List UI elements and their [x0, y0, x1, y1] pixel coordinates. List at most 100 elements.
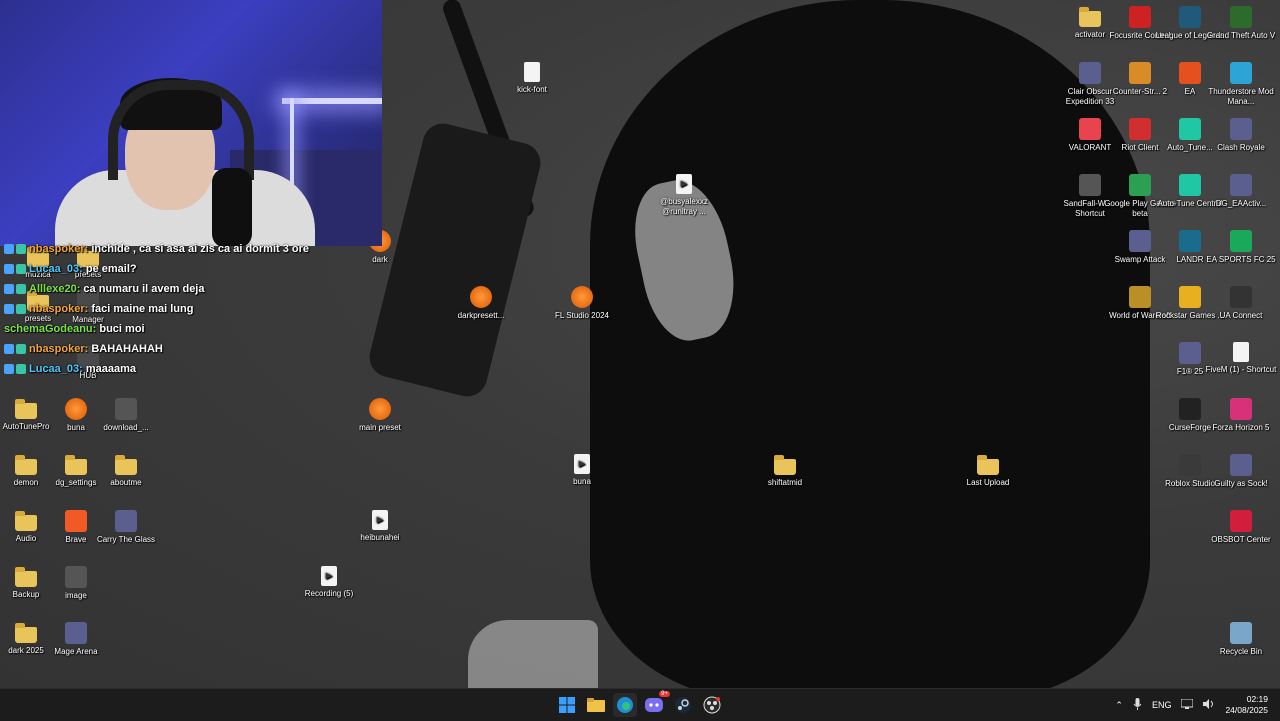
desktop-icon-label: Carry The Glass	[96, 535, 156, 544]
chat-message: nbaspoker: BAHAHAHAH	[4, 342, 163, 356]
desktop-icon-label: download_...	[103, 423, 149, 432]
autotune-icon	[1179, 174, 1201, 196]
folder-icon	[15, 567, 37, 587]
desktop-icon[interactable]: OBSBOT Center	[1203, 510, 1279, 545]
game-icon	[1230, 454, 1252, 476]
desktop-icon[interactable]: darkpresett...	[443, 286, 519, 321]
obs-icon[interactable]	[700, 693, 724, 717]
clock[interactable]: 02:19 24/08/2025	[1225, 694, 1268, 716]
desktop-icon-label: main preset	[359, 423, 401, 432]
desktop-icon[interactable]: Grand Theft Auto V	[1203, 6, 1279, 41]
badge-icon	[4, 364, 14, 375]
folder-icon	[15, 455, 37, 475]
chat-badges	[4, 244, 26, 255]
file-icon	[1233, 342, 1249, 362]
network-icon[interactable]	[1180, 698, 1194, 711]
video-icon: ▶	[321, 566, 337, 586]
badge-icon	[16, 364, 26, 375]
desktop-icon[interactable]: download_...	[88, 398, 164, 433]
windows-start-icon[interactable]	[555, 693, 579, 717]
desktop-icon-label: image	[65, 591, 87, 600]
desktop-icon[interactable]: Clash Royale	[1203, 118, 1279, 153]
desktop-icon[interactable]: main preset	[342, 398, 418, 433]
webcam-microphone	[212, 168, 252, 246]
video-icon: ▶	[676, 174, 692, 194]
desktop-icon-label: buna	[573, 477, 591, 486]
chevron-up-icon[interactable]: ⌃	[1115, 700, 1123, 711]
webcam-neon-light	[282, 98, 382, 104]
video-icon: ▶	[574, 454, 590, 474]
game-icon	[1179, 342, 1201, 364]
brave-icon	[65, 510, 87, 532]
focusrite-icon	[1129, 6, 1151, 28]
desktop-icon[interactable]: ▶ Recording (5)	[291, 566, 367, 599]
image-icon	[115, 398, 137, 420]
game-icon	[1230, 118, 1252, 140]
folder-icon	[977, 455, 999, 475]
thunderstore-icon	[1230, 62, 1252, 84]
desktop-icon-label: darkpresett...	[457, 311, 505, 320]
fl-studio-icon	[369, 398, 391, 420]
chat-username: Alllexe20:	[29, 283, 81, 295]
edge-icon[interactable]	[613, 693, 637, 717]
chat-username: nbaspoker:	[29, 243, 89, 255]
desktop-icon[interactable]: shiftatmid	[747, 454, 823, 488]
desktop-icon[interactable]: Forza Horizon 5	[1203, 398, 1279, 433]
game-icon	[1230, 174, 1252, 196]
desktop-icon[interactable]: FL Studio 2024	[544, 286, 620, 321]
folder-icon	[774, 455, 796, 475]
desktop-icon[interactable]: aboutme	[88, 454, 164, 488]
discord-icon[interactable]: 9+	[642, 691, 670, 717]
volume-icon[interactable]	[1203, 699, 1215, 711]
desktop-icon[interactable]: Mage Arena	[38, 622, 114, 657]
badge-icon	[16, 264, 26, 275]
chat-badges	[4, 264, 26, 275]
desktop-icon[interactable]: Last Upload	[950, 454, 1026, 488]
gta-icon	[1230, 6, 1252, 28]
valorant-icon	[1079, 118, 1101, 140]
badge-icon	[4, 344, 14, 355]
folder-icon	[15, 511, 37, 531]
desktop-icon[interactable]: ▶ @busyalexxz @runitray ...	[646, 174, 722, 217]
chat-text: pe email?	[82, 263, 137, 275]
game-icon	[115, 510, 137, 532]
badge-icon	[4, 304, 14, 315]
language-indicator[interactable]: ENG	[1152, 700, 1172, 710]
desktop-icon-label: Clash Royale	[1217, 143, 1265, 152]
desktop-icon[interactable]: ▶ heibunahei	[342, 510, 418, 543]
desktop-icon[interactable]: Guilty as Sock!	[1203, 454, 1279, 489]
lol-icon	[1179, 6, 1201, 28]
chat-message: Lucaa_03: maaaama	[4, 362, 136, 376]
curseforge-icon	[1179, 398, 1201, 420]
file-explorer-icon[interactable]	[584, 693, 608, 717]
webcam-headset	[108, 80, 254, 180]
desktop-icon[interactable]: kick-font	[494, 62, 570, 95]
desktop-icon-label: FiveM (1) - Shortcut	[1205, 365, 1277, 374]
desktop-icon-label: kick-font	[517, 85, 547, 94]
desktop-icon[interactable]: ▶ buna	[544, 454, 620, 487]
desktop-icon[interactable]: DG_EAActiv...	[1203, 174, 1279, 209]
fc25-icon	[1230, 230, 1252, 252]
desktop-icon-label: heibunahei	[360, 533, 400, 542]
fl-studio-icon	[470, 286, 492, 308]
chat-message: Alllexe20: ca numaru il avem deja	[4, 282, 205, 296]
chat-badges	[4, 284, 26, 295]
desktop-icon[interactable]: EA SPORTS FC 25	[1203, 230, 1279, 265]
game-icon	[1079, 62, 1101, 84]
desktop-icon-label: Last Upload	[966, 478, 1010, 487]
riot-icon	[1129, 118, 1151, 140]
chat-username: Lucaa_03:	[29, 363, 83, 375]
autotune-icon	[1179, 118, 1201, 140]
desktop-icon[interactable]: UA Connect	[1203, 286, 1279, 321]
desktop-icon[interactable]: Thunderstore Mod Mana...	[1203, 62, 1279, 107]
desktop-icon[interactable]: image	[38, 566, 114, 601]
video-icon: ▶	[372, 510, 388, 530]
desktop-icon[interactable]: Carry The Glass	[88, 510, 164, 545]
steam-icon[interactable]	[671, 693, 695, 717]
desktop-icon[interactable]: FiveM (1) - Shortcut	[1203, 342, 1279, 375]
microphone-icon[interactable]	[1133, 698, 1142, 712]
desktop-icon[interactable]: Recycle Bin	[1203, 622, 1279, 657]
desktop-icon-label: OBSBOT Center	[1211, 535, 1271, 544]
wow-icon	[1129, 286, 1151, 308]
obsbot-icon	[1230, 510, 1252, 532]
